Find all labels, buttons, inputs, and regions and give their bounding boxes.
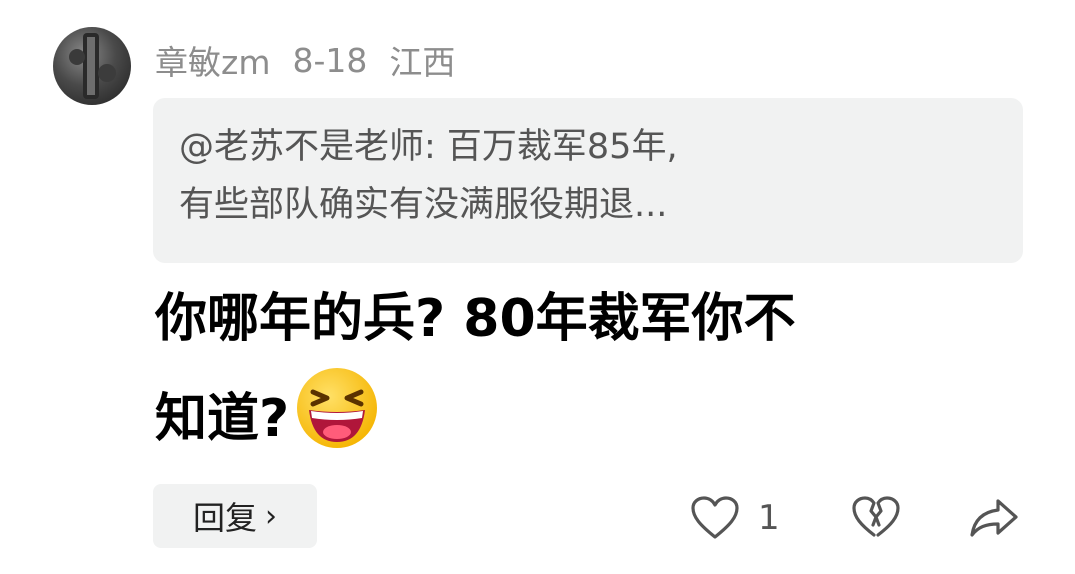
- comment-date: 8-18: [292, 40, 368, 80]
- comment-body-line: 你哪年的兵? 80年裁军你不: [155, 289, 796, 349]
- quoted-comment-line: 有些部队确实有没满服役期退...: [179, 185, 668, 225]
- like-count: 1: [758, 498, 780, 538]
- laughing-face-emoji: [297, 368, 378, 448]
- heart-icon[interactable]: [690, 495, 740, 541]
- comment-body: 你哪年的兵? 80年裁军你不 知道?: [155, 272, 1035, 466]
- quoted-comment[interactable]: @老苏不是老师: 百万裁军85年, 有些部队确实有没满服役期退...: [153, 98, 1023, 263]
- chevron-right-icon: ›: [265, 498, 277, 534]
- quoted-comment-line: @老苏不是老师: 百万裁军85年,: [179, 127, 678, 167]
- comment-body-line: 知道?: [155, 366, 1035, 466]
- avatar[interactable]: [53, 27, 131, 105]
- share-action[interactable]: [968, 490, 1020, 546]
- comment-meta: 章敏zm 8-18 江西: [155, 36, 477, 84]
- username[interactable]: 章敏zm: [155, 36, 270, 84]
- comment-location: 江西: [389, 43, 456, 82]
- like-action[interactable]: 1: [690, 490, 780, 546]
- reply-button[interactable]: 回复 ›: [153, 484, 317, 548]
- broken-heart-icon[interactable]: [850, 495, 902, 541]
- reply-label: 回复: [192, 499, 257, 537]
- share-icon[interactable]: [968, 495, 1020, 541]
- comment-body-text: 知道?: [155, 389, 290, 449]
- dislike-action[interactable]: [850, 490, 902, 546]
